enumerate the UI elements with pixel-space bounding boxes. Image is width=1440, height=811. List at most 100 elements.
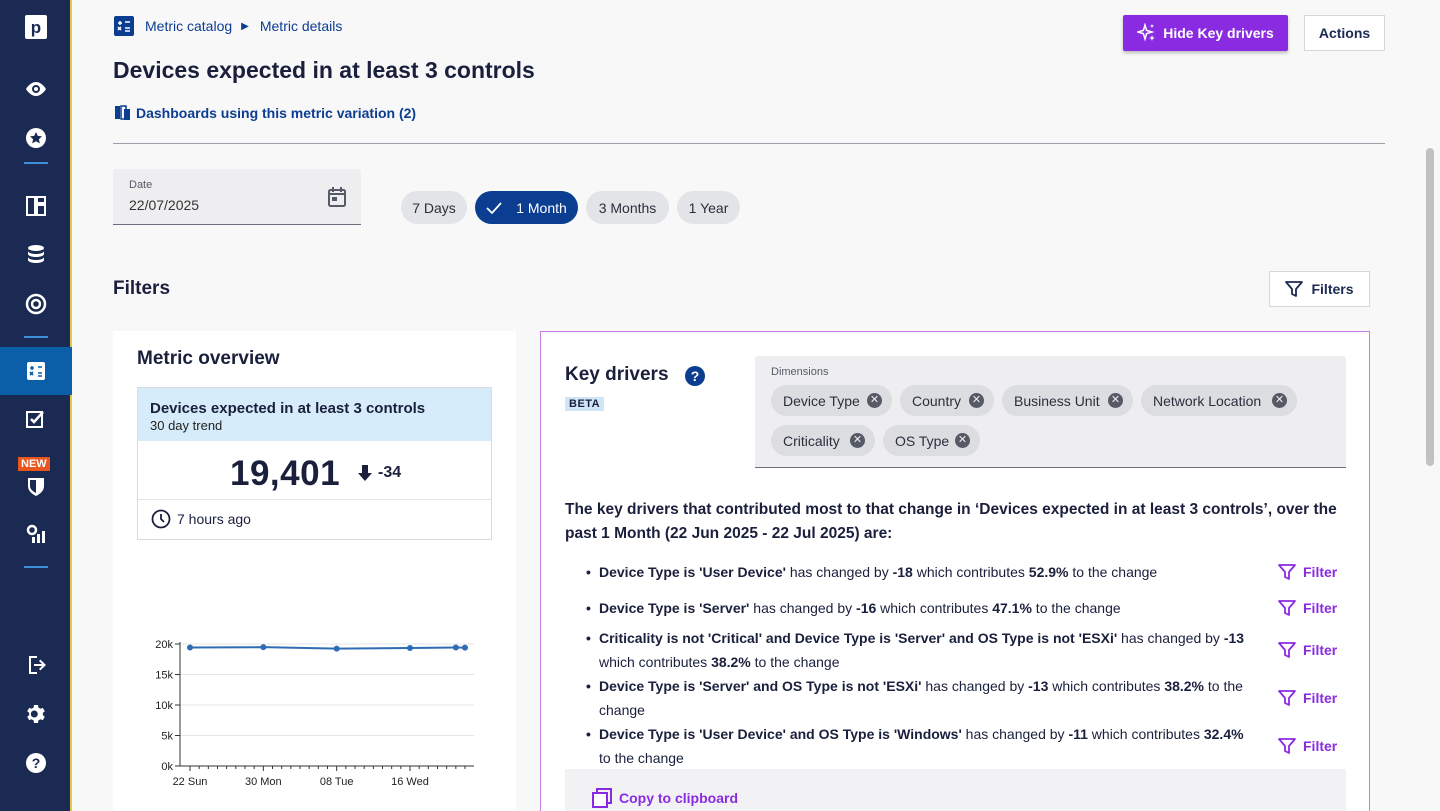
- dashboards-link-label: Dashboards using this metric variation (…: [136, 105, 417, 121]
- key-driver-filter-button[interactable]: Filter: [1278, 599, 1337, 617]
- hide-key-drivers-button[interactable]: Hide Key drivers: [1123, 15, 1288, 51]
- actions-button[interactable]: Actions: [1304, 15, 1385, 51]
- checklist-icon[interactable]: [0, 397, 72, 441]
- y-tick-label: 20k: [155, 639, 173, 651]
- arrow-down-icon: [358, 465, 372, 481]
- copy-label: Copy to clipboard: [619, 790, 738, 806]
- range-chip-7-days[interactable]: 7 Days: [401, 191, 467, 224]
- key-driver-change: -13: [1028, 678, 1049, 694]
- key-driver-text: has changed by: [921, 678, 1029, 694]
- data-point: [407, 644, 413, 651]
- funnel-icon: [1285, 281, 1304, 297]
- range-chip-3-months[interactable]: 3 Months: [586, 191, 669, 224]
- series-line: [189, 646, 466, 650]
- breadcrumb-metric-details[interactable]: Metric details: [260, 18, 342, 34]
- range-chip-1-month[interactable]: 1 Month: [475, 191, 578, 224]
- dimension-chip-os-type[interactable]: OS Type ✕: [883, 425, 980, 456]
- key-driver-filter-button[interactable]: Filter: [1278, 737, 1337, 755]
- remove-chip-icon[interactable]: ✕: [1108, 393, 1123, 408]
- key-driver-percent: 32.4%: [1203, 726, 1244, 742]
- key-driver-condition: Device Type is 'Server' and OS Type is n…: [599, 678, 922, 694]
- metric-delta: -34: [358, 464, 401, 482]
- dashboards-link[interactable]: Dashboards using this metric variation (…: [114, 105, 416, 121]
- help-icon[interactable]: ?: [684, 365, 706, 387]
- dimension-chip-country[interactable]: Country ✕: [900, 385, 994, 416]
- metric-overview-title: Metric overview: [137, 348, 280, 369]
- range-chip-label: 7 Days: [412, 199, 456, 216]
- dimension-chip-business-unit[interactable]: Business Unit ✕: [1002, 385, 1133, 416]
- breadcrumb-metric-catalog[interactable]: Metric catalog: [145, 18, 232, 34]
- scrollbar-thumb[interactable]: [1426, 148, 1434, 466]
- filter-label: Filter: [1303, 738, 1338, 754]
- dashboard-icon[interactable]: [0, 184, 72, 228]
- key-driver-condition: Device Type is 'User Device': [599, 564, 786, 580]
- key-driver-filter-button[interactable]: Filter: [1278, 641, 1337, 659]
- key-driver-filter-button[interactable]: Filter: [1278, 689, 1337, 707]
- trend-label: 30 day trend: [150, 418, 223, 433]
- range-chip-label: 3 Months: [598, 199, 657, 216]
- key-driver-item: Device Type is 'User Device' has changed…: [586, 560, 1249, 584]
- metric-summary-box: Devices expected in at least 3 controls …: [137, 387, 492, 540]
- page-title: Devices expected in at least 3 controls: [113, 57, 535, 83]
- remove-chip-icon[interactable]: ✕: [867, 393, 882, 408]
- key-driver-text: has changed by: [1117, 630, 1224, 646]
- metric-overview-card: Metric overview Devices expected in at l…: [113, 331, 516, 811]
- last-updated: 7 hours ago: [151, 509, 251, 529]
- filter-label: Filter: [1303, 600, 1338, 616]
- target-icon[interactable]: [0, 282, 72, 326]
- remove-chip-icon[interactable]: ✕: [1272, 393, 1287, 408]
- key-driver-text: has changed by: [749, 600, 857, 616]
- calendar-icon[interactable]: [327, 186, 347, 208]
- eye-icon[interactable]: [0, 67, 72, 111]
- key-driver-item: Criticality is not 'Critical' and Device…: [586, 626, 1249, 674]
- beta-badge: BETA: [565, 397, 605, 411]
- shield-icon[interactable]: [0, 464, 72, 508]
- dimension-chip-criticality[interactable]: Criticality ✕: [771, 425, 875, 456]
- help-icon[interactable]: ?: [0, 741, 72, 785]
- dimensions-label: Dimensions: [771, 366, 829, 378]
- key-driver-filter-button[interactable]: Filter: [1278, 563, 1337, 581]
- dimension-chip-device-type[interactable]: Device Type ✕: [771, 385, 892, 416]
- dimensions-field[interactable]: Dimensions Device Type ✕ Country ✕ Busines…: [755, 356, 1346, 468]
- key-driver-change: -16: [856, 600, 877, 616]
- gear-icon[interactable]: [0, 692, 72, 736]
- filters-button[interactable]: Filters: [1269, 271, 1370, 307]
- key-driver-text: which contributes: [876, 600, 993, 616]
- key-driver-text: to the change: [1031, 600, 1121, 616]
- key-driver-percent: 52.9%: [1028, 564, 1069, 580]
- date-field[interactable]: Date 22/07/2025: [113, 169, 361, 225]
- date-value: 22/07/2025: [129, 197, 200, 213]
- hide-key-drivers-label: Hide Key drivers: [1163, 25, 1274, 41]
- remove-chip-icon[interactable]: ✕: [955, 433, 970, 448]
- logo-letter: p: [30, 18, 42, 37]
- date-label: Date: [129, 179, 153, 191]
- dashboards-icon: [115, 105, 130, 120]
- key-driver-condition: Device Type is 'User Device' and OS Type…: [599, 726, 962, 742]
- range-chip-1-year[interactable]: 1 Year: [677, 191, 740, 224]
- database-icon[interactable]: [0, 233, 72, 277]
- logout-icon[interactable]: [0, 643, 72, 687]
- header-divider: [113, 143, 1385, 144]
- key-driver-item: Device Type is 'User Device' and OS Type…: [586, 722, 1249, 770]
- trend-chart: 0k 5k 10k 15k 20k 22 Sun 30 Mon 08 Tue 16 Wed: [155, 639, 474, 788]
- funnel-icon: [1278, 642, 1296, 658]
- key-driver-text: has changed by: [785, 564, 893, 580]
- filter-label: Filter: [1303, 690, 1338, 706]
- dimension-chip-network-location[interactable]: Network Location ✕: [1141, 385, 1297, 416]
- data-point: [333, 645, 340, 652]
- key-driver-change: -13: [1223, 630, 1245, 646]
- copy-to-clipboard-button[interactable]: Copy to clipboard: [591, 787, 738, 809]
- remove-chip-icon[interactable]: ✕: [969, 393, 984, 408]
- settings-chart-icon[interactable]: [0, 512, 72, 556]
- sidebar-divider: [24, 162, 48, 164]
- metric-summary-divider: [138, 499, 491, 500]
- metric-delta-value: -34: [378, 464, 402, 481]
- remove-chip-icon[interactable]: ✕: [850, 433, 865, 448]
- app-logo[interactable]: p: [25, 15, 47, 39]
- star-icon[interactable]: [0, 116, 72, 160]
- dimension-chip-label: Business Unit: [1014, 392, 1100, 409]
- filters-button-label: Filters: [1311, 281, 1354, 297]
- metric-catalog-icon[interactable]: [0, 347, 72, 395]
- page-scrollbar[interactable]: [1413, 0, 1440, 811]
- data-point: [187, 644, 193, 651]
